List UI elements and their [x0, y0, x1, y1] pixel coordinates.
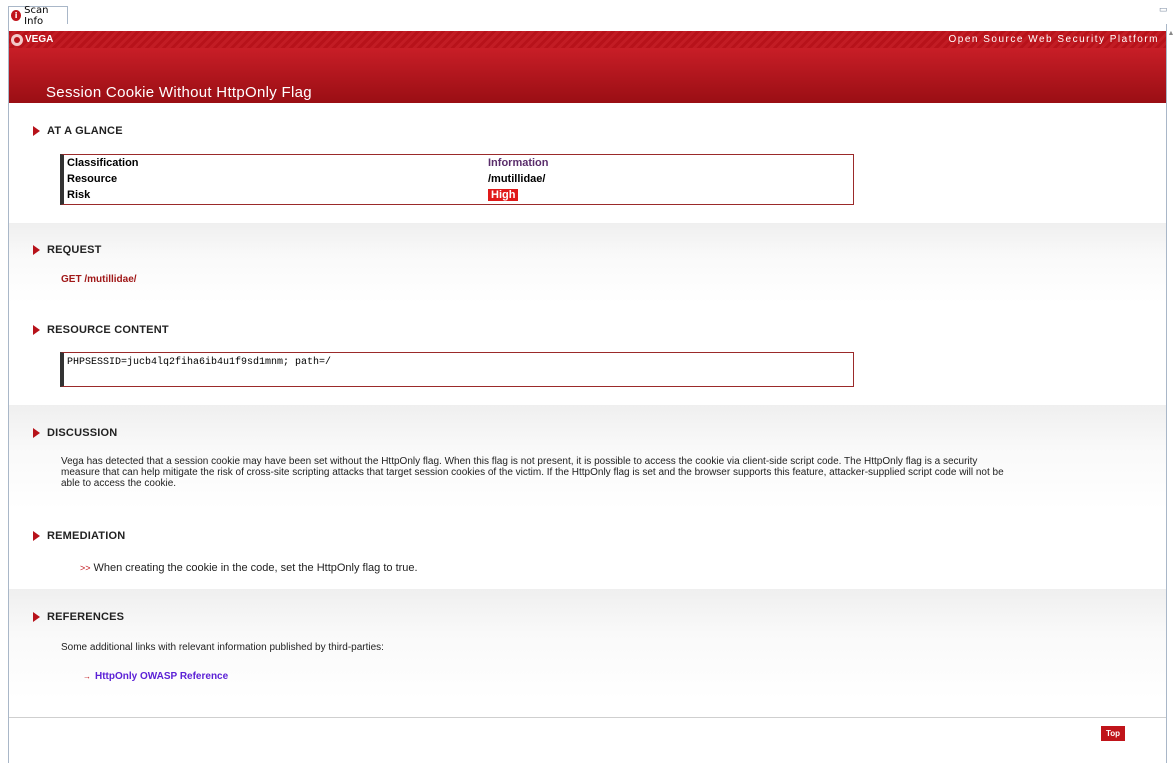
heading-text: REQUEST: [47, 244, 102, 256]
risk-badge: High: [488, 189, 519, 201]
triangle-right-icon: [33, 325, 40, 335]
section-heading: REQUEST: [33, 244, 102, 256]
resource-value: /mutillidae/: [488, 173, 546, 185]
section-heading: REMEDIATION: [33, 530, 125, 542]
section-request: REQUEST: [9, 223, 1166, 303]
frame-border-right: [1166, 24, 1167, 763]
minimize-maximize-icon[interactable]: ▭: [1159, 4, 1175, 16]
heading-text: DISCUSSION: [47, 427, 118, 439]
section-remediation: REMEDIATION: [9, 509, 1166, 589]
vega-logo: VEGA: [11, 33, 53, 46]
page-title: Session Cookie Without HttpOnly Flag: [46, 84, 312, 101]
triangle-right-icon: [33, 245, 40, 255]
scrollbar-up-arrow-icon[interactable]: ▲: [1167, 30, 1175, 40]
resource-content-box: PHPSESSID=jucb4lq2fiha6ib4u1f9sd1mnm; pa…: [60, 352, 854, 387]
classification-value: Information: [488, 157, 549, 169]
footer-divider: [9, 717, 1166, 718]
heading-text: REMEDIATION: [47, 530, 126, 542]
arrow-right-icon: →: [83, 672, 91, 681]
remediation-item: >> When creating the cookie in the code, …: [80, 562, 418, 574]
top-button[interactable]: Top: [1101, 726, 1125, 741]
remediation-text: When creating the cookie in the code, se…: [93, 562, 418, 574]
triangle-right-icon: [33, 428, 40, 438]
risk-value: High: [488, 189, 519, 201]
request-line: GET /mutillidae/: [61, 274, 137, 285]
classification-label: Classification: [67, 157, 139, 169]
tab-bar: i Scan Info ▭: [0, 0, 1175, 27]
double-chevron-icon: >>: [80, 563, 91, 573]
glance-table: Classification Information Resource /mut…: [60, 154, 854, 205]
heading-text: REFERENCES: [47, 611, 125, 623]
tagline: Open Source Web Security Platform: [948, 34, 1159, 45]
section-heading: DISCUSSION: [33, 427, 117, 439]
section-heading: RESOURCE CONTENT: [33, 324, 169, 336]
info-icon: i: [11, 10, 22, 21]
section-heading: REFERENCES: [33, 611, 124, 623]
references-intro: Some additional links with relevant info…: [61, 642, 384, 653]
vega-logo-icon: [11, 33, 23, 46]
discussion-text: Vega has detected that a session cookie …: [61, 456, 1004, 489]
heading-text: AT A GLANCE: [47, 125, 123, 137]
link-text[interactable]: HttpOnly OWASP Reference: [95, 671, 228, 682]
tab-label: Scan Info: [24, 4, 49, 27]
resource-label: Resource: [67, 173, 118, 185]
owasp-reference-link[interactable]: → HttpOnly OWASP Reference: [83, 671, 228, 682]
tab-scan-info[interactable]: i Scan Info: [8, 4, 68, 27]
triangle-right-icon: [33, 531, 40, 541]
heading-text: RESOURCE CONTENT: [47, 324, 169, 336]
risk-label: Risk: [67, 189, 91, 201]
logo-text: VEGA: [25, 34, 54, 45]
triangle-right-icon: [33, 126, 40, 136]
section-heading: AT A GLANCE: [33, 125, 123, 137]
triangle-right-icon: [33, 612, 40, 622]
